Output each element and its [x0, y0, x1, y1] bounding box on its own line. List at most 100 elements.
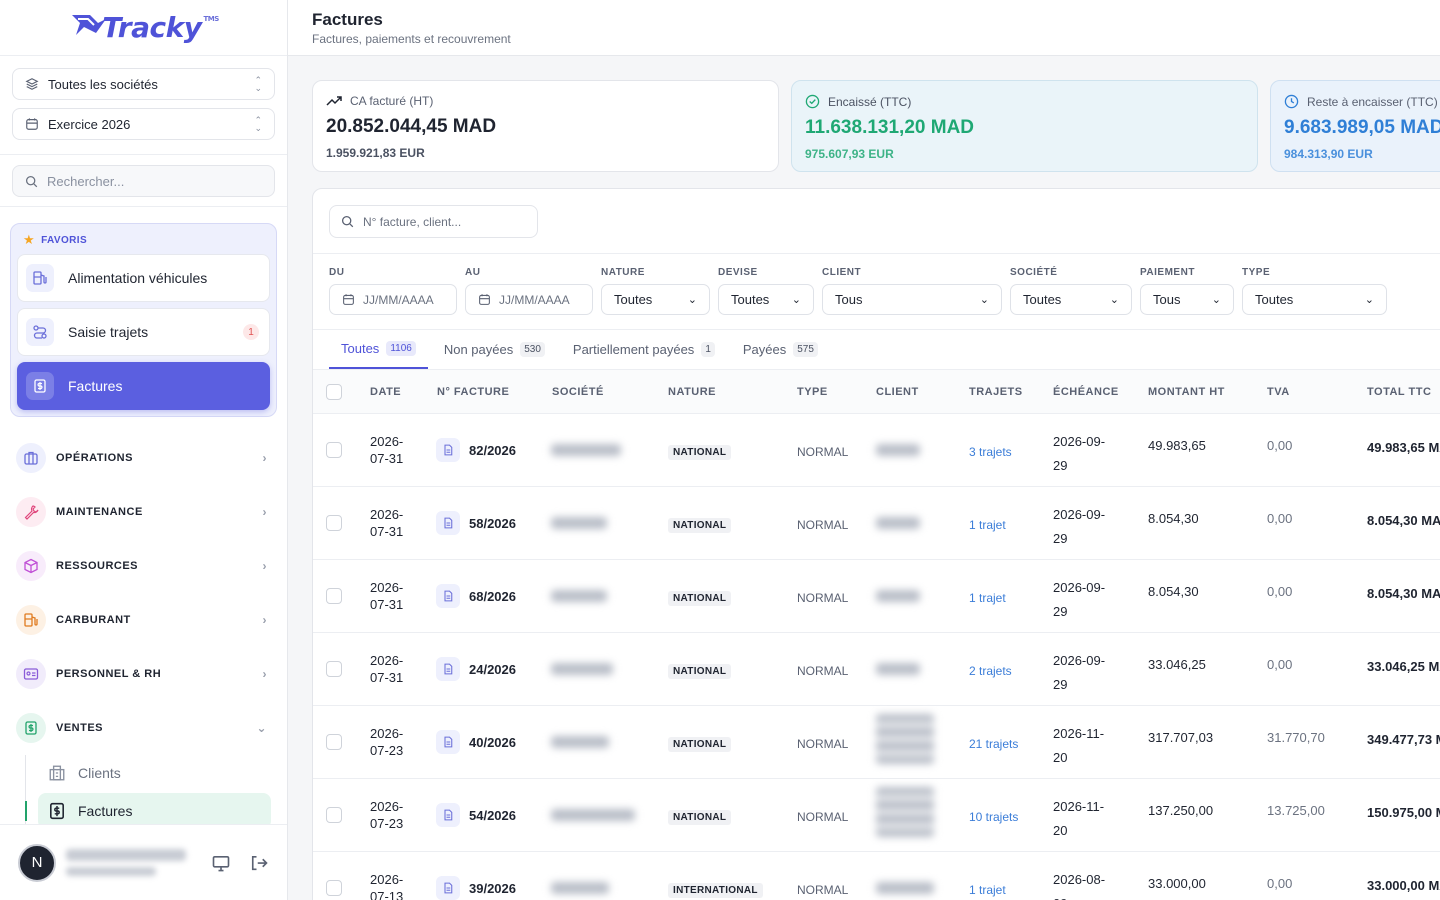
- trajets-link[interactable]: 1 trajet: [969, 591, 1006, 605]
- row-checkbox[interactable]: [326, 734, 342, 750]
- invoice-dollar-icon: [50, 802, 64, 820]
- trajets-link[interactable]: 3 trajets: [969, 445, 1012, 459]
- select-value: Toutes: [1023, 292, 1062, 307]
- invoice-search-input[interactable]: N° facture, client...: [329, 205, 538, 238]
- nav-label: VENTES: [56, 722, 104, 734]
- column-header[interactable]: MONTANT HT: [1148, 386, 1225, 398]
- column-header[interactable]: TVA: [1267, 386, 1290, 398]
- cell-societe-redacted: [551, 663, 613, 675]
- row-checkbox[interactable]: [326, 515, 342, 531]
- nav-personnel-rh[interactable]: PERSONNEL & RH ›: [16, 647, 271, 701]
- favorite-factures[interactable]: Factures: [17, 362, 270, 410]
- table-row[interactable]: 2026-07-31 58/2026 NATIONAL NORMAL 1 trajet 2…: [313, 487, 1440, 560]
- column-header[interactable]: SOCIÉTÉ: [552, 386, 604, 398]
- app-tm: TMS: [203, 15, 219, 23]
- trajets-link[interactable]: 2 trajets: [969, 664, 1012, 678]
- nav-operations[interactable]: OPÉRATIONS ›: [16, 431, 271, 485]
- cell-total-ttc: 8.054,30 MAD: [1367, 513, 1440, 528]
- column-header[interactable]: TRAJETS: [969, 386, 1023, 398]
- row-checkbox[interactable]: [326, 661, 342, 677]
- table-row[interactable]: 2026-07-23 54/2026 NATIONAL NORMAL 10 trajet…: [313, 779, 1440, 852]
- nav-carburant[interactable]: CARBURANT ›: [16, 593, 271, 647]
- trajets-link[interactable]: 10 trajets: [969, 810, 1018, 824]
- societe-select[interactable]: Toutes ⌄: [1010, 284, 1132, 315]
- date-from-input[interactable]: JJ/MM/AAAA: [329, 284, 457, 315]
- table-row[interactable]: 2026-07-23 40/2026 NATIONAL NORMAL 21 trajet…: [313, 706, 1440, 779]
- favorites-title: ★ FAVORIS: [17, 232, 270, 254]
- sidebar-search-wrap: Rechercher...: [0, 155, 287, 207]
- trajets-link[interactable]: 21 trajets: [969, 737, 1018, 751]
- table-row[interactable]: 2026-07-13 39/2026 INTERNATIONAL NORMAL 1 tr…: [313, 852, 1440, 900]
- cell-echeance: 2026-09-29: [1053, 580, 1106, 619]
- favorite-alimentation-vehicules[interactable]: Alimentation véhicules: [17, 254, 270, 302]
- company-select[interactable]: Toutes les sociétés ⌃ ⌄: [12, 68, 275, 100]
- filter-label: TYPE: [1242, 267, 1271, 278]
- tab-payees[interactable]: Payées 575: [731, 329, 830, 369]
- nature-select[interactable]: Toutes ⌄: [601, 284, 710, 315]
- date-to-input[interactable]: JJ/MM/AAAA: [465, 284, 593, 315]
- cell-invoice-number[interactable]: 24/2026: [436, 657, 516, 681]
- column-header[interactable]: CLIENT: [876, 386, 919, 398]
- table-row[interactable]: 2026-07-31 24/2026 NATIONAL NORMAL 2 trajets…: [313, 633, 1440, 706]
- client-select[interactable]: Tous ⌄: [822, 284, 1002, 315]
- wrench-icon: [16, 497, 46, 527]
- cell-invoice-number[interactable]: 40/2026: [436, 730, 516, 754]
- table-row[interactable]: 2026-07-31 68/2026 NATIONAL NORMAL 1 trajet 2…: [313, 560, 1440, 633]
- filter-type: TYPE Toutes ⌄: [1242, 267, 1387, 315]
- column-header[interactable]: TYPE: [797, 386, 828, 398]
- invoice-number: 58/2026: [469, 515, 516, 531]
- app-logo[interactable]: Tracky TMS: [68, 11, 219, 44]
- monitor-icon[interactable]: [211, 853, 231, 873]
- row-checkbox[interactable]: [326, 442, 342, 458]
- cell-invoice-number[interactable]: 39/2026: [436, 876, 516, 900]
- column-header[interactable]: TOTAL TTC: [1367, 386, 1431, 398]
- chevron-down-icon: ⌄: [1364, 294, 1374, 306]
- subnav-clients[interactable]: Clients: [38, 755, 271, 791]
- cell-type: NORMAL: [797, 737, 849, 751]
- cell-invoice-number[interactable]: 54/2026: [436, 803, 516, 827]
- nature-badge: NATIONAL: [668, 591, 732, 606]
- logout-icon[interactable]: [249, 853, 269, 873]
- nav-ressources[interactable]: RESSOURCES ›: [16, 539, 271, 593]
- chevron-down-icon: ⌄: [1109, 294, 1119, 306]
- cell-invoice-number[interactable]: 68/2026: [436, 584, 516, 608]
- devise-select[interactable]: Toutes ⌄: [718, 284, 814, 315]
- type-select[interactable]: Toutes ⌄: [1242, 284, 1387, 315]
- nav-maintenance[interactable]: MAINTENANCE ›: [16, 485, 271, 539]
- cell-client-redacted: [876, 663, 920, 675]
- chevron-down-icon: ⌄: [687, 294, 697, 306]
- subnav-label: Factures: [78, 803, 133, 819]
- cell-total-ttc: 8.054,30 MAD: [1367, 586, 1440, 601]
- year-select[interactable]: Exercice 2026 ⌃ ⌄: [12, 108, 275, 140]
- row-checkbox[interactable]: [326, 880, 342, 896]
- id-card-icon: [16, 659, 46, 689]
- cell-invoice-number[interactable]: 58/2026: [436, 511, 516, 535]
- tab-non-payees[interactable]: Non payées 530: [432, 329, 557, 369]
- table-row[interactable]: 2026-07-31 82/2026 NATIONAL NORMAL 3 trajets…: [313, 414, 1440, 487]
- tab-partiellement-payees[interactable]: Partiellement payées 1: [561, 329, 727, 369]
- avatar[interactable]: N: [18, 843, 56, 882]
- column-header[interactable]: DATE: [370, 386, 401, 398]
- row-checkbox[interactable]: [326, 807, 342, 823]
- column-header[interactable]: NATURE: [668, 386, 716, 398]
- row-checkbox[interactable]: [326, 588, 342, 604]
- tab-label: Partiellement payées: [572, 341, 695, 357]
- tab-count-badge: 575: [793, 341, 818, 357]
- invoice-icon: [26, 372, 54, 400]
- favorite-saisie-trajets[interactable]: Saisie trajets 1: [17, 308, 270, 356]
- nav-ventes[interactable]: VENTES ⌄: [16, 701, 271, 755]
- trajets-link[interactable]: 1 trajet: [969, 883, 1006, 897]
- kpi-value: 20.852.044,45 MAD: [326, 116, 497, 137]
- column-header[interactable]: ÉCHÉANCE: [1053, 386, 1119, 398]
- sidebar-search-input[interactable]: Rechercher...: [12, 165, 275, 197]
- column-header[interactable]: N° FACTURE: [437, 386, 509, 398]
- tab-toutes[interactable]: Toutes 1106: [329, 329, 428, 369]
- cell-invoice-number[interactable]: 82/2026: [436, 438, 516, 462]
- favorite-label: Alimentation véhicules: [68, 270, 208, 286]
- trajets-link[interactable]: 1 trajet: [969, 518, 1006, 532]
- paiement-select[interactable]: Tous ⌄: [1140, 284, 1234, 315]
- cell-montant-ht: 33.046,25: [1148, 657, 1206, 672]
- route-icon: [26, 318, 54, 346]
- nav-label: PERSONNEL & RH: [56, 668, 162, 680]
- select-all-checkbox[interactable]: [326, 384, 342, 400]
